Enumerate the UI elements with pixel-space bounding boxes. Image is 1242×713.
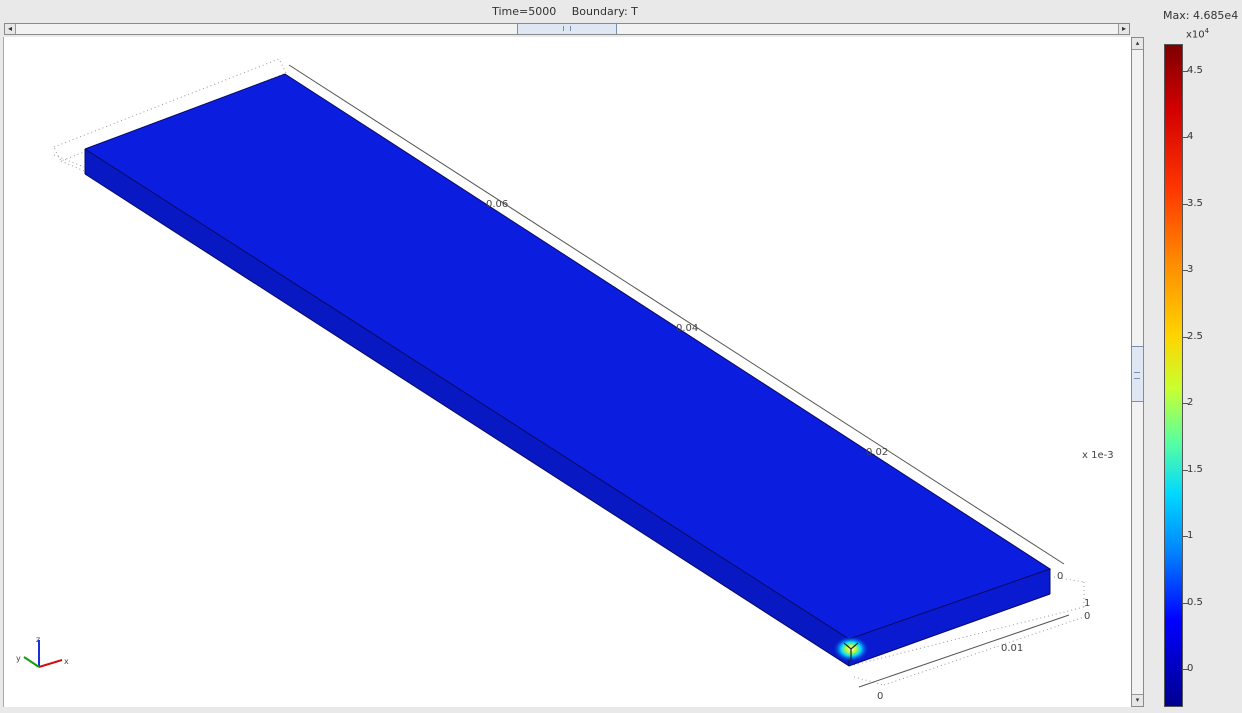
- slab-scene: 0.06 0.04 0.02 x 1e-3 0 1 0 0.01 0 z x y: [16, 58, 1114, 702]
- scroll-up-icon[interactable]: ▴: [1132, 38, 1143, 50]
- triad-z-label: z: [36, 635, 40, 644]
- colorbar-tick-label: 2: [1187, 397, 1194, 409]
- horizontal-scrollbar[interactable]: ◂ ▸: [4, 23, 1130, 35]
- colorbar-tick-label: 3: [1187, 264, 1194, 276]
- z-tick-label: 1: [1084, 598, 1090, 609]
- triad-y-label: y: [16, 654, 21, 663]
- plot-title-bar: Time=5000 Boundary: T: [0, 5, 1130, 18]
- vertical-scroll-thumb[interactable]: [1132, 346, 1143, 402]
- colorbar: [1164, 44, 1183, 707]
- colorbar-tick-label: 1.5: [1187, 463, 1203, 475]
- colorbar-tick-label: 0.5: [1187, 596, 1203, 608]
- scroll-right-icon[interactable]: ▸: [1118, 24, 1129, 34]
- x-tick-label: 0.01: [1001, 643, 1023, 654]
- y-tick-label: 0.06: [486, 199, 508, 210]
- z-tick-label: 0: [1057, 571, 1063, 582]
- colorbar-tick-label: 4.5: [1187, 65, 1203, 76]
- colorbar-tick-label: 4: [1187, 131, 1194, 143]
- colorbar-exponent-power: 4: [1204, 27, 1210, 35]
- colorbar-exponent: x104: [1186, 27, 1209, 40]
- max-value-label: Max: 4.685e4: [1163, 9, 1239, 22]
- colorbar-tick-label: 0: [1187, 663, 1194, 674]
- horizontal-scroll-thumb[interactable]: [517, 24, 617, 34]
- slab-top-face: [85, 74, 1050, 639]
- colorbar-exponent-base: x10: [1186, 29, 1205, 41]
- z-scale-label: x 1e-3: [1082, 450, 1114, 461]
- y-tick-label: 0.02: [866, 447, 888, 458]
- axis-triad-icon: z x y: [16, 635, 69, 668]
- x-origin-label: 0: [1084, 611, 1090, 622]
- scroll-left-icon[interactable]: ◂: [5, 24, 16, 34]
- triad-x-label: x: [64, 657, 69, 666]
- boundary-label: Boundary: T: [571, 5, 638, 18]
- vertical-scrollbar[interactable]: ▴ ▾: [1131, 37, 1144, 707]
- y-tick-label: 0.04: [676, 323, 698, 334]
- x-tick-label: 0: [877, 691, 883, 702]
- colorbar-tick-label: 3.5: [1187, 197, 1203, 209]
- scroll-down-icon[interactable]: ▾: [1132, 694, 1143, 706]
- plot-viewport[interactable]: 0.06 0.04 0.02 x 1e-3 0 1 0 0.01 0 z x y: [3, 37, 1131, 707]
- colorbar-tick-label: 1: [1187, 530, 1194, 542]
- time-label: Time=5000: [492, 5, 557, 18]
- colorbar-tick-label: 2.5: [1187, 330, 1203, 342]
